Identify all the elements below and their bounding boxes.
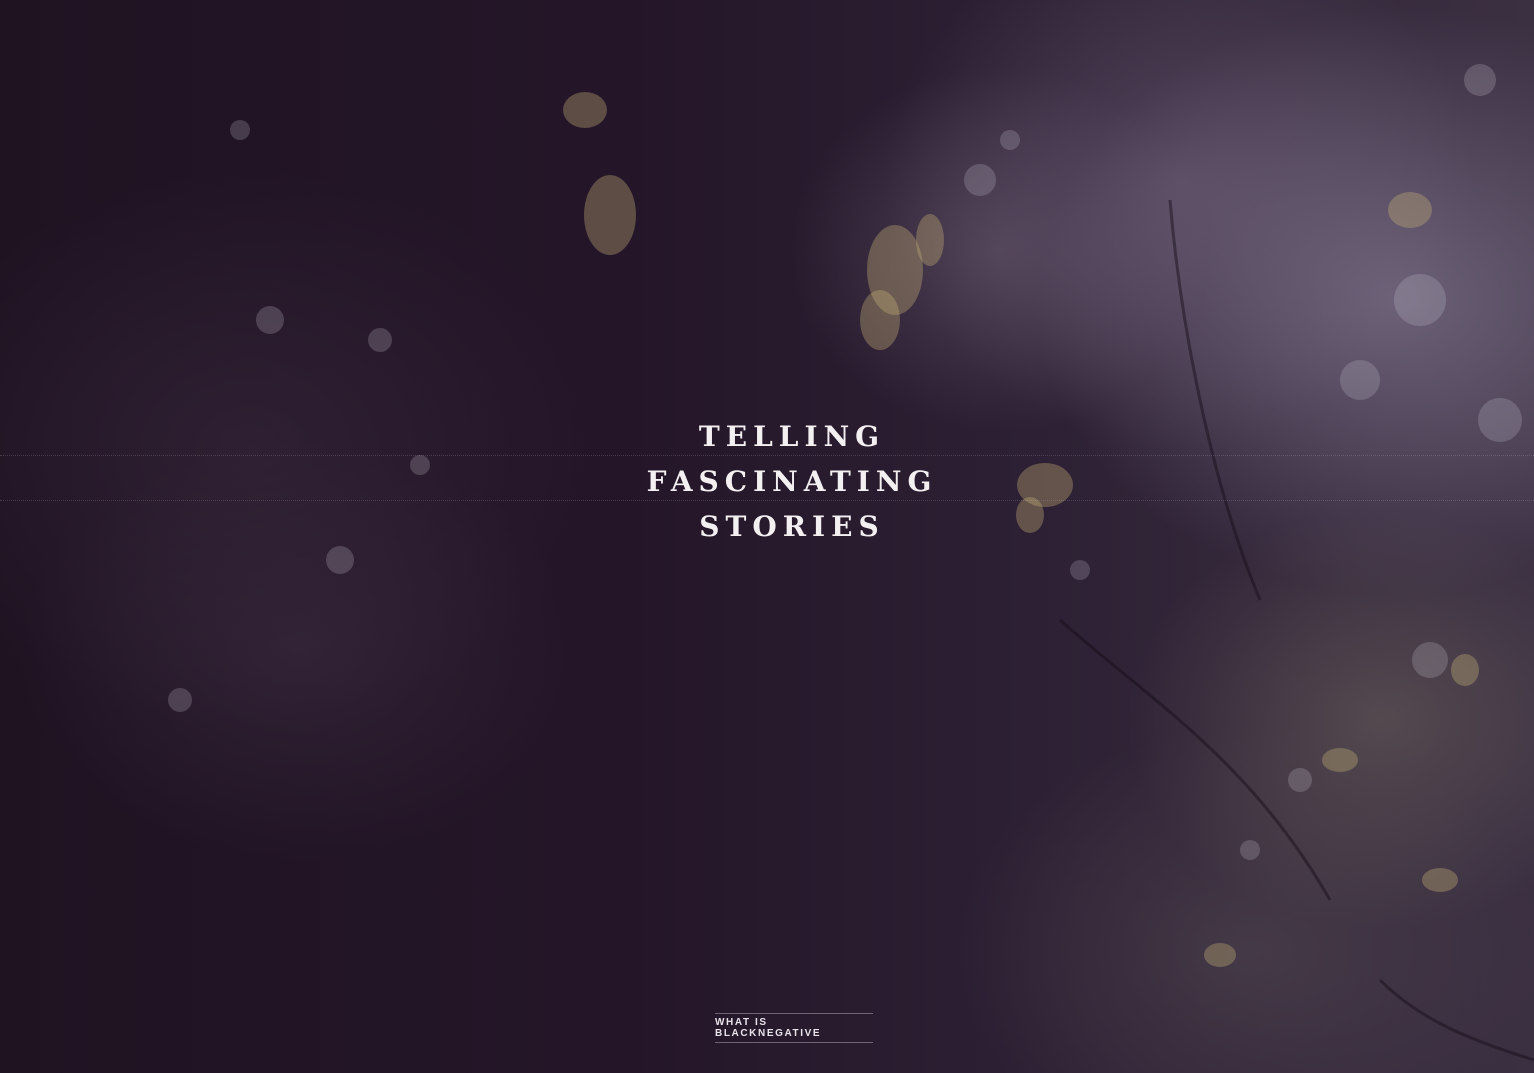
headline-line-2: FASCINATING (646, 465, 938, 498)
what-is-blacknegative-link[interactable]: WHAT IS BLACKNEGATIVE (715, 1013, 873, 1043)
hero-headline: TELLING FASCINATING STORIES (0, 414, 1534, 549)
headline-line-1: TELLING (698, 420, 886, 453)
hero-background-video: TELLING FASCINATING STORIES WHAT IS BLAC… (0, 0, 1534, 1073)
headline-line-3: STORIES (699, 510, 885, 543)
